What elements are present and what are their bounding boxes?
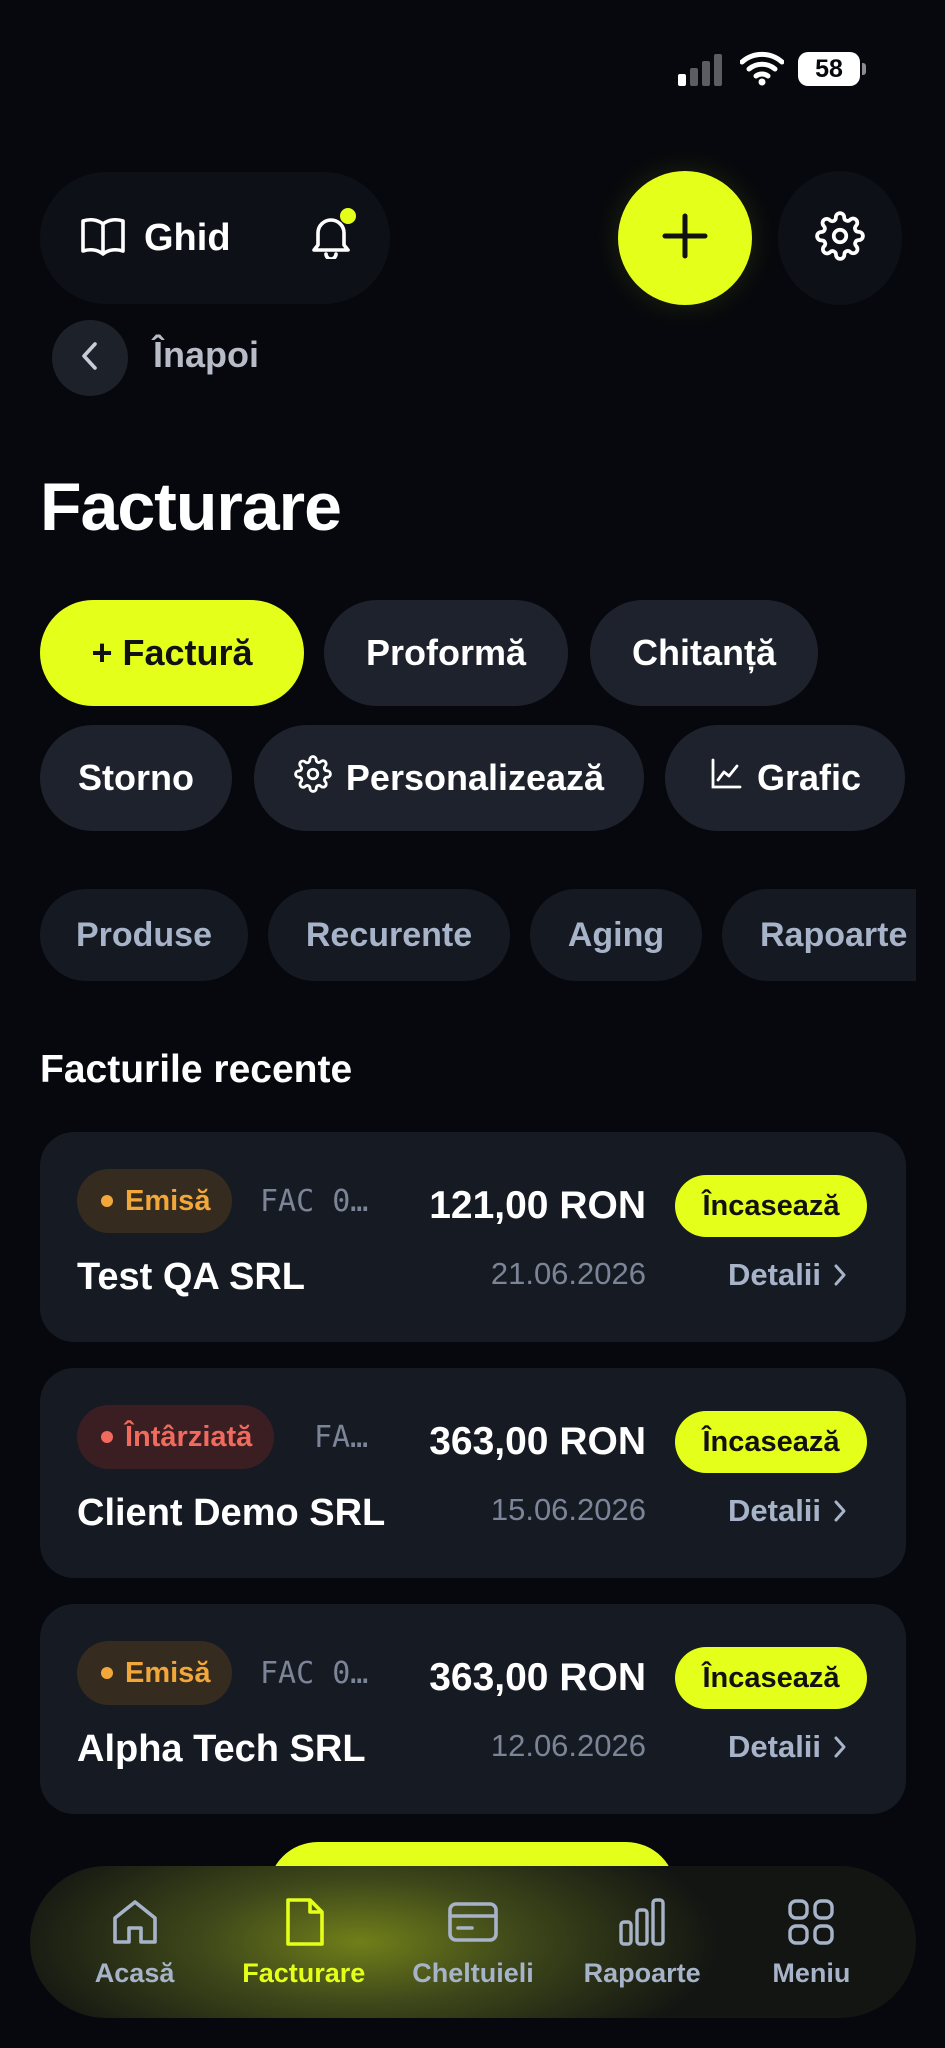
nav-reports[interactable]: Rapoarte [567,1896,717,1989]
invoice-number: FAC 0… [260,1656,369,1691]
invoice-amount: 363,00 RON [429,1656,646,1699]
wifi-icon [739,50,785,86]
chevron-right-icon [834,1264,846,1286]
storno-button[interactable]: Storno [40,725,232,831]
gear-icon [294,754,332,802]
guide-label: Ghid [144,216,231,259]
nav-menu[interactable]: Meniu [736,1896,886,1989]
chart-label: Grafic [756,757,862,798]
subnav-aging[interactable]: Aging [530,889,702,981]
new-invoice-button[interactable]: + Factură [40,600,304,706]
back-label[interactable]: Înapoi [153,334,259,376]
status-badge: Întârziată [77,1405,275,1469]
invoice-number: FAC 0… [260,1184,369,1219]
subnav-recurring[interactable]: Recurente [268,889,510,981]
chevron-left-icon [79,340,101,377]
invoice-number: FA… [314,1420,369,1455]
invoice-amount: 363,00 RON [429,1420,646,1463]
status-badge: Emisă [77,1641,233,1705]
details-link[interactable]: Detalii [728,1729,847,1765]
customize-button[interactable]: Personalizează [254,725,644,831]
invoice-date: 15.06.2026 [490,1492,646,1527]
back-button[interactable] [52,320,128,396]
collect-button[interactable]: Încasează [675,1411,867,1473]
recent-invoices-title: Facturile recente [40,1048,353,1091]
invoice-date: 12.06.2026 [490,1728,646,1763]
guide-button[interactable]: Ghid [80,200,240,276]
nav-home[interactable]: Acasă [60,1896,210,1989]
plus-icon [661,212,709,265]
bar-chart-icon [619,1897,665,1946]
add-button[interactable] [618,171,752,305]
collect-button[interactable]: Încasează [675,1647,867,1709]
invoice-card[interactable] [40,1132,906,1342]
subnav-reports[interactable]: Rapoarte [722,889,916,981]
proforma-button[interactable]: Proformă [324,600,568,706]
page-title: Facturare [40,469,342,545]
battery-level: 58 [798,52,860,86]
bottom-nav: Acasă Facturare Cheltuieli Rapoarte Meni… [30,1866,916,2018]
client-name: Client Demo SRL [77,1492,386,1534]
chevron-right-icon [834,1736,846,1758]
details-link[interactable]: Detalii [728,1493,847,1529]
chevron-right-icon [834,1500,846,1522]
grid-icon [788,1898,835,1945]
home-icon [112,1899,157,1944]
status-badge: Emisă [77,1169,233,1233]
client-name: Alpha Tech SRL [77,1728,366,1770]
gear-icon [815,210,865,266]
chart-button[interactable]: Grafic [665,725,905,831]
card-icon [448,1901,498,1942]
battery-icon: 58 [798,52,866,86]
receipt-button[interactable]: Chitanță [590,600,818,706]
invoice-card[interactable] [40,1604,906,1814]
notifications-button[interactable] [296,200,366,276]
collect-button[interactable]: Încasează [675,1175,867,1237]
settings-button[interactable] [778,171,902,305]
book-icon [80,216,126,261]
invoice-card[interactable] [40,1368,906,1578]
nav-expenses[interactable]: Cheltuieli [398,1896,548,1989]
subnav-products[interactable]: Produse [40,889,248,981]
client-name: Test QA SRL [77,1256,306,1298]
nav-invoicing[interactable]: Facturare [229,1896,379,1989]
signal-icon [678,52,726,86]
document-icon [285,1897,324,1946]
line-chart-icon [709,757,743,800]
customize-label: Personalizează [345,757,605,798]
invoice-amount: 121,00 RON [429,1184,646,1227]
invoice-date: 21.06.2026 [490,1256,646,1291]
details-link[interactable]: Detalii [728,1257,847,1293]
notification-dot [340,208,356,224]
